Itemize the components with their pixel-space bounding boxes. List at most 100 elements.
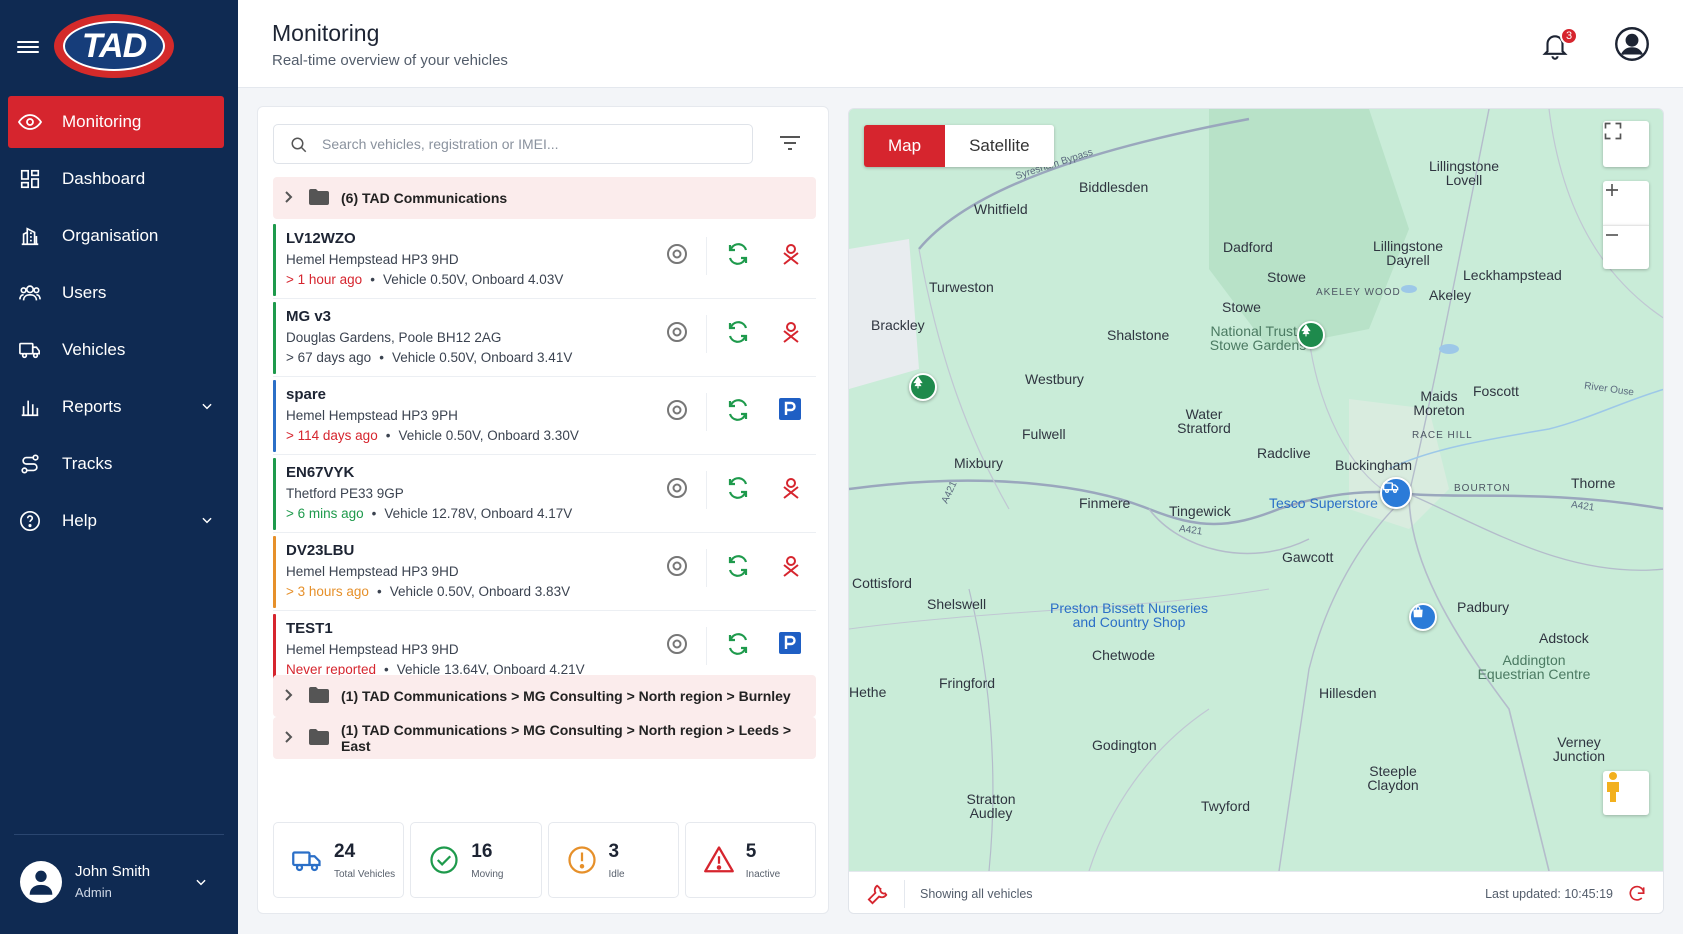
clock-alert-icon: [567, 845, 597, 875]
map-label: Shalstone: [1107, 327, 1170, 343]
chevron-right-icon[interactable]: [283, 688, 293, 704]
alert-person-icon[interactable]: [779, 554, 803, 578]
locate-target-icon[interactable]: [665, 398, 689, 422]
nav-item-users[interactable]: Users: [8, 267, 224, 319]
stat-value: 24: [334, 841, 356, 862]
map-label: BOURTON: [1454, 483, 1511, 494]
map-label: Chetwode: [1092, 647, 1156, 663]
stat-idle[interactable]: 3 Idle: [547, 822, 679, 898]
tree-poi-icon[interactable]: [1297, 321, 1325, 349]
voltage-readout: Vehicle 0.50V, Onboard 3.41V: [391, 350, 573, 365]
refresh-icon[interactable]: [1627, 884, 1647, 904]
satellite-view-button[interactable]: Satellite: [945, 125, 1054, 167]
locate-target-icon[interactable]: [665, 242, 689, 266]
nav-item-organisation[interactable]: Organisation: [8, 210, 224, 262]
chevron-down-icon[interactable]: [194, 875, 208, 894]
vehicle-status-line: > 67 days ago • Vehicle 0.50V, Onboard 3.4…: [286, 350, 572, 365]
zoom-out-icon[interactable]: [1603, 225, 1649, 269]
alert-person-icon[interactable]: [779, 242, 803, 266]
map-label: Stratton Audley: [966, 791, 1016, 821]
nav-label: Help: [62, 511, 97, 530]
hamburger-menu-icon[interactable]: [17, 38, 39, 56]
vehicle-status-line: > 1 hour ago • Vehicle 0.50V, Onboard 4.03…: [286, 272, 563, 287]
alert-person-icon[interactable]: [779, 476, 803, 500]
tad-logo[interactable]: TAD: [54, 14, 174, 78]
separator-dot: •: [376, 584, 382, 599]
filter-icon[interactable]: [778, 133, 802, 153]
last-report-time: > 67 days ago: [286, 350, 372, 365]
map-label: RACE HILL: [1412, 430, 1473, 441]
map-label: Westbury: [1025, 371, 1084, 387]
map-label: Padbury: [1457, 599, 1510, 615]
map-label: Radclive: [1257, 445, 1311, 461]
map-view-button[interactable]: Map: [864, 125, 946, 167]
chevron-right-icon[interactable]: [283, 190, 293, 206]
sync-icon[interactable]: [726, 398, 750, 422]
map-label: Lillingstone Dayrell: [1372, 238, 1444, 268]
profile-icon[interactable]: [1614, 26, 1650, 62]
vehicle-row[interactable]: EN67VYK Thetford PE33 9GP > 6 mins ago • Veh…: [273, 455, 816, 533]
tree-poi-icon[interactable]: [909, 373, 937, 401]
search-input[interactable]: [322, 125, 742, 163]
stat-moving[interactable]: 16 Moving: [410, 822, 542, 898]
vehicle-row[interactable]: spare Hemel Hempstead HP3 9PH > 114 days a…: [273, 377, 816, 455]
vehicle-row[interactable]: DV23LBU Hemel Hempstead HP3 9HD > 3 hours …: [273, 533, 816, 611]
stat-inactive[interactable]: 5 Inactive: [684, 822, 816, 898]
wrench-icon[interactable]: [867, 883, 889, 905]
shop-poi-icon[interactable]: [1409, 603, 1437, 631]
map-canvas[interactable]: Biddlesden Whitfield Lillingstone Lovell Da…: [849, 109, 1663, 871]
stat-total-vehicles[interactable]: 24 Total Vehicles: [273, 822, 405, 898]
vehicle-row[interactable]: LV12WZO Hemel Hempstead HP3 9HD > 1 hour a…: [273, 221, 816, 299]
map-label: Foscott: [1473, 383, 1519, 399]
nav-item-vehicles[interactable]: Vehicles: [8, 324, 224, 376]
sync-icon[interactable]: [726, 632, 750, 656]
map-label: Thorne: [1571, 475, 1616, 491]
status-bar: [273, 380, 276, 452]
group-row[interactable]: (1) TAD Communications > MG Consulting >…: [273, 717, 816, 759]
nav-item-reports[interactable]: Reports: [8, 381, 224, 433]
locate-target-icon[interactable]: [665, 554, 689, 578]
nav-item-dashboard[interactable]: Dashboard: [8, 153, 224, 205]
vehicle-name: spare: [286, 386, 327, 403]
parking-icon[interactable]: [779, 398, 803, 422]
separator-dot: •: [370, 272, 375, 287]
map-label: Water Stratford: [1177, 406, 1231, 436]
chevron-right-icon[interactable]: [283, 730, 293, 746]
locate-target-icon[interactable]: [665, 320, 689, 344]
eye-icon: [18, 110, 42, 134]
nav-item-monitoring[interactable]: Monitoring: [8, 96, 224, 148]
vehicle-row[interactable]: MG v3 Douglas Gardens, Poole BH12 2AG > 67…: [273, 299, 816, 377]
street-view-pegman-icon[interactable]: [1603, 771, 1649, 815]
chevron-down-icon[interactable]: [200, 398, 214, 418]
map-label: Leckhampstead: [1463, 267, 1562, 283]
sync-icon[interactable]: [726, 242, 750, 266]
last-updated: Last updated: 10:45:19: [1485, 887, 1613, 901]
alert-person-icon[interactable]: [779, 320, 803, 344]
map-label: Dadford: [1223, 239, 1273, 255]
locate-target-icon[interactable]: [665, 476, 689, 500]
locate-target-icon[interactable]: [665, 632, 689, 656]
vehicle-status-line: > 3 hours ago • Vehicle 0.50V, Onboard 3.8…: [286, 584, 570, 599]
sync-icon[interactable]: [726, 554, 750, 578]
vehicle-name: EN67VYK: [286, 464, 355, 481]
nav-item-tracks[interactable]: Tracks: [8, 438, 224, 490]
map-label: Mixbury: [954, 455, 1004, 471]
vehicle-address: Douglas Gardens, Poole BH12 2AG: [286, 330, 502, 345]
row-divider: [706, 393, 707, 431]
fullscreen-icon[interactable]: [1603, 121, 1649, 167]
sync-icon[interactable]: [726, 320, 750, 344]
route-icon: [18, 452, 42, 476]
parking-icon[interactable]: [779, 632, 803, 656]
map-label: Finmere: [1079, 495, 1131, 511]
nav-item-help[interactable]: Help: [8, 495, 224, 547]
sync-icon[interactable]: [726, 476, 750, 500]
group-row[interactable]: (1) TAD Communications > MG Consulting >…: [273, 675, 816, 717]
chevron-down-icon[interactable]: [200, 512, 214, 532]
group-row[interactable]: (6) TAD Communications: [273, 177, 816, 219]
row-divider: [706, 315, 707, 353]
vehicle-marker-icon[interactable]: [1380, 477, 1412, 509]
user-menu[interactable]: John Smith Admin: [14, 834, 224, 934]
vehicle-address: Thetford PE33 9GP: [286, 486, 404, 501]
zoom-in-icon[interactable]: [1603, 181, 1649, 225]
footer-status: Showing all vehicles: [920, 887, 1033, 901]
